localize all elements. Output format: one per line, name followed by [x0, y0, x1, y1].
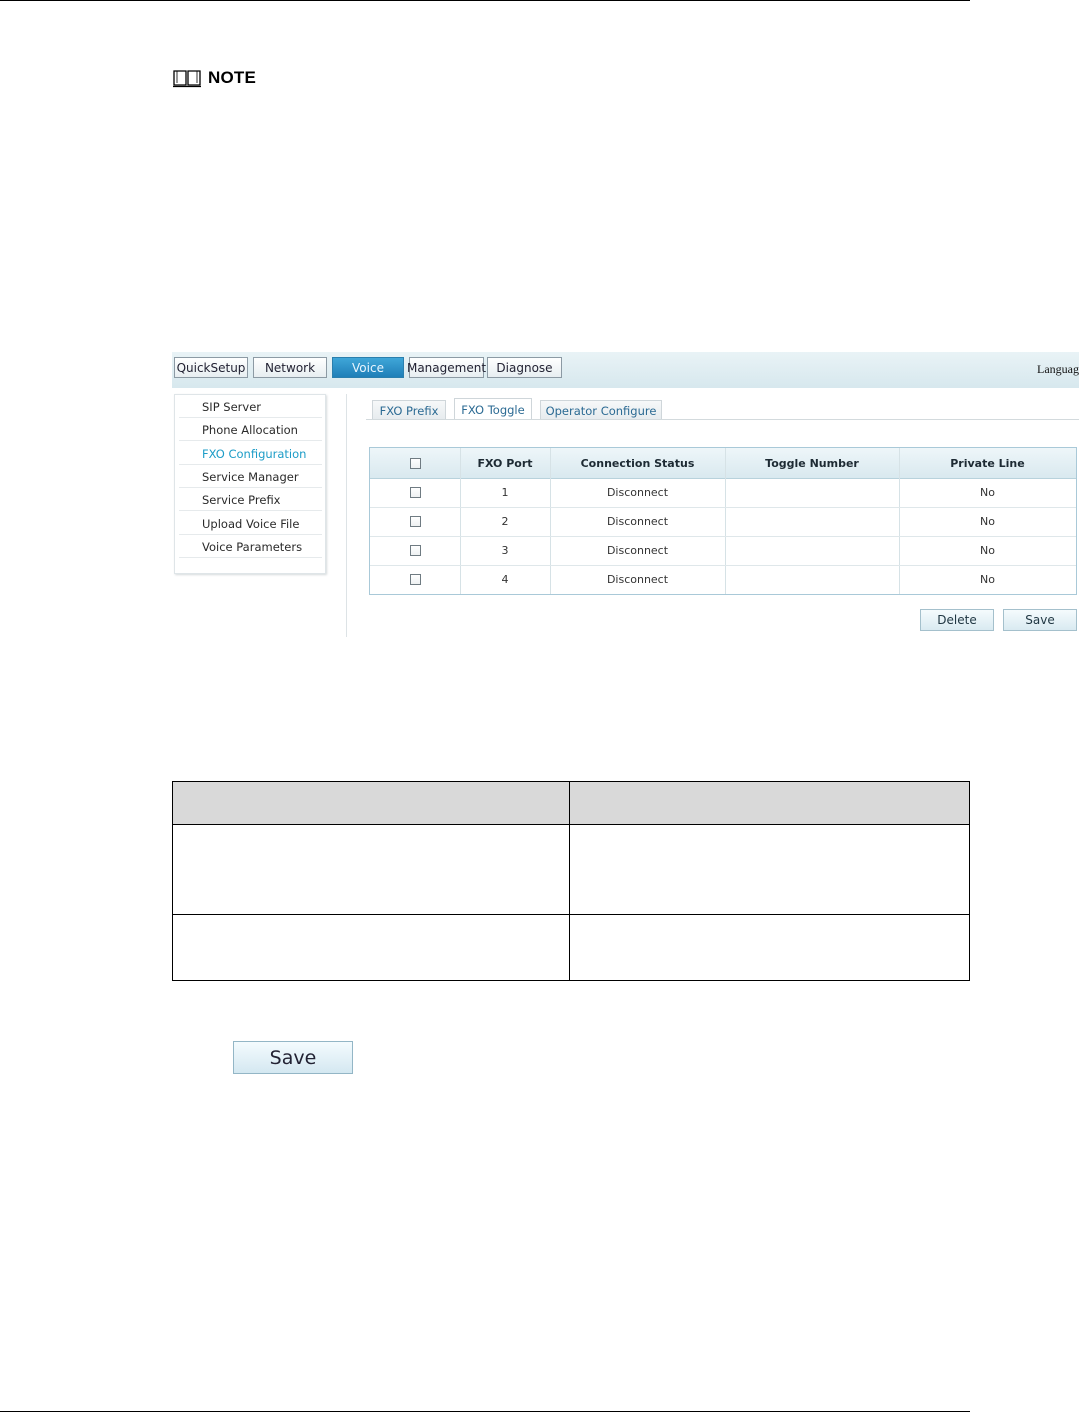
note-label: NOTE — [208, 68, 257, 87]
menu-divider — [179, 417, 322, 418]
menu-divider — [179, 440, 322, 441]
menu-service-manager[interactable]: Service Manager — [202, 470, 299, 484]
cell-port: 4 — [501, 573, 509, 586]
nav-network[interactable]: Network — [253, 357, 327, 378]
menu-voice-parameters[interactable]: Voice Parameters — [202, 540, 302, 554]
side-menu: SIP Server Phone Allocation FXO Configur… — [174, 394, 326, 574]
table-row — [172, 824, 970, 915]
language-label[interactable]: Languag — [1037, 362, 1079, 377]
header-toggle-number: Toggle Number — [765, 457, 859, 470]
cell-private: No — [980, 515, 995, 528]
footer-rule — [0, 1411, 970, 1412]
menu-divider — [179, 510, 322, 511]
web-ui-screenshot: QuickSetup Network Voice Management Diag… — [172, 352, 1079, 637]
fxo-toggle-table: FXO Port Connection Status Toggle Number… — [369, 447, 1077, 595]
note-header: NOTE — [172, 68, 256, 88]
cell-port: 3 — [501, 544, 509, 557]
top-nav-bar: QuickSetup Network Voice Management Diag… — [172, 352, 1079, 388]
select-all-checkbox[interactable] — [410, 458, 421, 469]
menu-sip-server[interactable]: SIP Server — [202, 400, 261, 414]
menu-divider — [179, 557, 322, 558]
row-checkbox[interactable] — [410, 516, 421, 527]
menu-upload-voice-file[interactable]: Upload Voice File — [202, 517, 299, 531]
table-cell — [172, 914, 570, 981]
table-cell — [569, 914, 970, 981]
parameter-table — [172, 781, 970, 981]
tab-baseline — [366, 419, 1079, 420]
table-cell — [172, 824, 570, 915]
row-checkbox[interactable] — [410, 574, 421, 585]
menu-service-prefix[interactable]: Service Prefix — [202, 493, 281, 507]
header-connection-status: Connection Status — [580, 457, 695, 470]
row-divider — [370, 565, 1076, 566]
header-cell — [569, 781, 970, 825]
row-checkbox[interactable] — [410, 487, 421, 498]
menu-divider — [179, 487, 322, 488]
cell-private: No — [980, 544, 995, 557]
menu-divider — [179, 464, 322, 465]
header-private-line: Private Line — [950, 457, 1025, 470]
nav-voice[interactable]: Voice — [332, 357, 404, 378]
tab-operator-configure[interactable]: Operator Configure — [540, 400, 662, 420]
cell-port: 1 — [501, 486, 509, 499]
save-button-large[interactable]: Save — [233, 1041, 353, 1074]
cell-status: Disconnect — [606, 486, 669, 499]
delete-button[interactable]: Delete — [920, 609, 994, 631]
header-fxo-port: FXO Port — [477, 457, 533, 470]
row-checkbox[interactable] — [410, 545, 421, 556]
cell-status: Disconnect — [606, 544, 669, 557]
menu-phone-allocation[interactable]: Phone Allocation — [202, 423, 298, 437]
nav-quicksetup[interactable]: QuickSetup — [174, 357, 248, 378]
book-icon — [173, 70, 201, 88]
table-header-row — [172, 781, 970, 825]
cell-port: 2 — [501, 515, 509, 528]
cell-status: Disconnect — [606, 515, 669, 528]
nav-diagnose[interactable]: Diagnose — [487, 357, 562, 378]
header-rule — [0, 0, 970, 1]
row-divider — [370, 536, 1076, 537]
table-cell — [569, 824, 970, 915]
tab-fxo-prefix[interactable]: FXO Prefix — [372, 400, 446, 420]
cell-private: No — [980, 486, 995, 499]
menu-divider — [179, 534, 322, 535]
menu-fxo-configuration[interactable]: FXO Configuration — [202, 447, 306, 461]
content-divider — [346, 394, 347, 637]
table-row — [172, 914, 970, 981]
row-divider — [370, 507, 1076, 508]
header-cell — [172, 781, 570, 825]
tab-fxo-toggle[interactable]: FXO Toggle — [454, 398, 532, 420]
nav-management[interactable]: Management — [407, 357, 486, 378]
cell-status: Disconnect — [606, 573, 669, 586]
cell-private: No — [980, 573, 995, 586]
save-button[interactable]: Save — [1003, 609, 1077, 631]
